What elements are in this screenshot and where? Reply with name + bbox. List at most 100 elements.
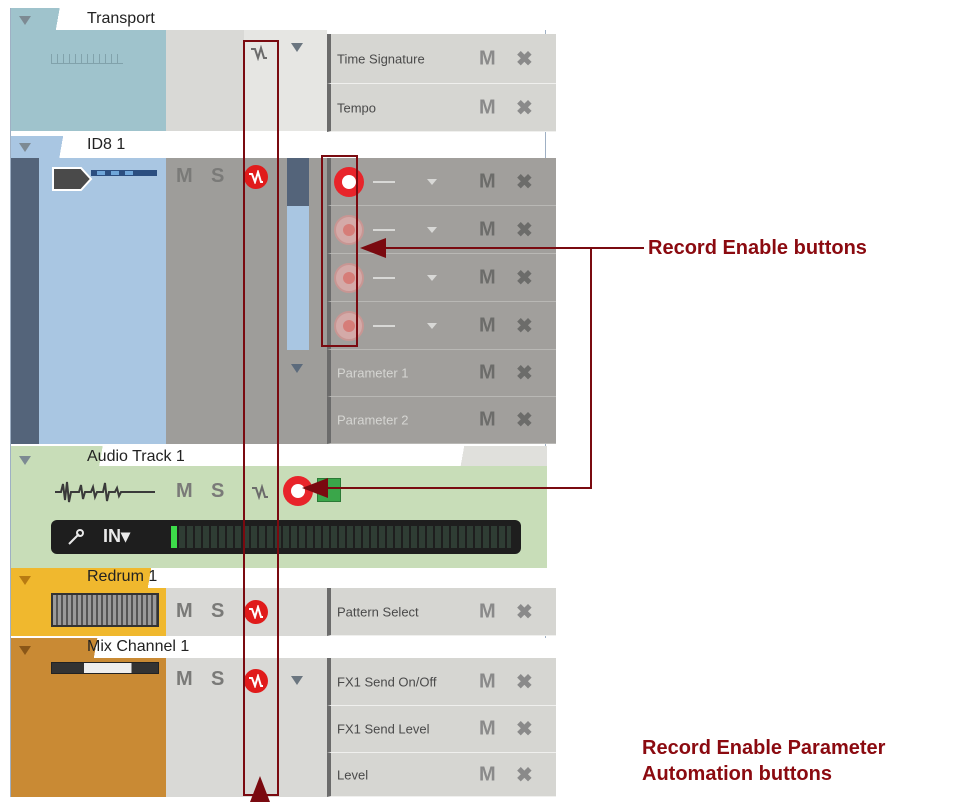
callout-arrow-icon xyxy=(360,238,386,258)
audio-mute-button[interactable]: M xyxy=(176,480,193,503)
delete-lane-button[interactable]: ✖ xyxy=(516,361,533,386)
automation-callout-line1: Record Enable Parameter xyxy=(642,737,886,759)
mute-button[interactable]: M xyxy=(479,718,496,741)
delete-lane-button[interactable]: ✖ xyxy=(516,217,533,242)
lane-level[interactable]: Level M ✖ xyxy=(327,753,556,797)
lane-label: Parameter 2 xyxy=(337,412,409,428)
transport-lanes-collapse-triangle-icon[interactable] xyxy=(291,43,303,52)
delete-lane-button[interactable]: ✖ xyxy=(516,313,533,338)
id8-mute-button[interactable]: M xyxy=(176,165,193,188)
automation-callout: Record Enable Parameter Automation butto… xyxy=(642,735,885,787)
lane-parameter-2[interactable]: Parameter 2 M ✖ xyxy=(327,397,556,444)
callout-leader-line xyxy=(590,247,592,489)
delete-lane-button[interactable]: ✖ xyxy=(516,265,533,290)
input-jack-icon[interactable] xyxy=(67,528,85,546)
transport-device-panel[interactable] xyxy=(11,30,166,131)
mix-lanes-collapse-triangle-icon[interactable] xyxy=(291,676,303,685)
lane-label: Parameter 1 xyxy=(337,365,409,381)
note-lane-3[interactable]: M ✖ xyxy=(327,254,556,302)
dropdown-arrow-icon[interactable] xyxy=(427,323,437,329)
callout-leader-line xyxy=(380,247,644,249)
lane-label: FX1 Send On/Off xyxy=(337,674,437,689)
lane-pattern-select[interactable]: Pattern Select M ✖ xyxy=(327,588,556,636)
id8-track-name[interactable]: ID8 1 xyxy=(87,136,125,154)
lane-label: Tempo xyxy=(337,100,377,115)
callout-arrow-icon xyxy=(250,776,270,802)
lane-fx1-send-level[interactable]: FX1 Send Level M ✖ xyxy=(327,706,556,753)
mix-device-icon xyxy=(51,662,159,674)
audio-track-name[interactable]: Audio Track 1 xyxy=(87,448,185,466)
id8-solo-button[interactable]: S xyxy=(211,165,224,188)
record-enable-callout: Record Enable buttons xyxy=(648,237,867,259)
delete-lane-button[interactable]: ✖ xyxy=(516,95,533,120)
id8-device-panel[interactable] xyxy=(39,158,166,444)
automation-callout-line2: Automation buttons xyxy=(642,763,832,785)
mute-button[interactable]: M xyxy=(479,170,496,193)
delete-lane-button[interactable]: ✖ xyxy=(516,669,533,694)
mute-button[interactable]: M xyxy=(479,266,496,289)
callout-leader-line xyxy=(322,487,592,489)
redrum-collapse-triangle-icon[interactable] xyxy=(19,576,31,585)
mute-button[interactable]: M xyxy=(479,218,496,241)
id8-device-icon xyxy=(51,166,161,192)
dash-icon xyxy=(373,229,395,231)
mix-device-panel[interactable] xyxy=(11,658,166,797)
audio-level-meter xyxy=(171,526,511,548)
dash-icon xyxy=(373,277,395,279)
lane-label: Level xyxy=(337,767,369,782)
audio-input-select[interactable]: IN▾ xyxy=(103,526,130,547)
lane-label: Time Signature xyxy=(337,51,425,66)
dropdown-arrow-icon[interactable] xyxy=(427,179,437,185)
delete-lane-button[interactable]: ✖ xyxy=(516,46,533,71)
mix-collapse-triangle-icon[interactable] xyxy=(19,646,31,655)
mute-button[interactable]: M xyxy=(479,96,496,119)
mute-button[interactable]: M xyxy=(479,362,496,385)
mute-button[interactable]: M xyxy=(479,47,496,70)
mix-solo-button[interactable]: S xyxy=(211,668,224,691)
automation-buttons-highlight xyxy=(243,40,279,796)
dash-icon xyxy=(373,181,395,183)
lane-time-signature[interactable]: Time Signature M ✖ xyxy=(327,34,556,84)
callout-arrow-icon xyxy=(302,478,328,498)
mute-button[interactable]: M xyxy=(479,314,496,337)
id8-note-lane-selector[interactable] xyxy=(287,206,309,350)
mute-button[interactable]: M xyxy=(479,409,496,432)
delete-lane-button[interactable]: ✖ xyxy=(516,408,533,433)
audio-solo-button[interactable]: S xyxy=(211,480,224,503)
transport-ruler-icon xyxy=(51,54,123,64)
id8-parameter-lanes-collapse-triangle-icon[interactable] xyxy=(291,364,303,373)
audio-collapse-triangle-icon[interactable] xyxy=(19,456,31,465)
redrum-track-name[interactable]: Redrum 1 xyxy=(87,568,157,586)
mute-button[interactable]: M xyxy=(479,600,496,623)
note-lane-1[interactable]: M ✖ xyxy=(327,158,556,206)
id8-left-bar xyxy=(11,158,39,444)
mix-track-name[interactable]: Mix Channel 1 xyxy=(87,638,189,656)
mute-button[interactable]: M xyxy=(479,763,496,786)
audio-level-meter-fill xyxy=(171,526,177,548)
dropdown-arrow-icon[interactable] xyxy=(427,275,437,281)
lane-label: FX1 Send Level xyxy=(337,721,430,737)
transport-collapse-triangle-icon[interactable] xyxy=(19,16,31,25)
redrum-mute-button[interactable]: M xyxy=(176,600,193,623)
note-lane-4[interactable]: M ✖ xyxy=(327,302,556,350)
id8-collapse-triangle-icon[interactable] xyxy=(19,143,31,152)
dash-icon xyxy=(373,325,395,327)
lane-label: Pattern Select xyxy=(337,604,419,619)
delete-lane-button[interactable]: ✖ xyxy=(516,169,533,194)
redrum-solo-button[interactable]: S xyxy=(211,600,224,623)
transport-ms-column xyxy=(166,30,244,131)
lane-tempo[interactable]: Tempo M ✖ xyxy=(327,84,556,132)
id8-ms-column xyxy=(166,158,244,444)
redrum-device-icon xyxy=(51,593,159,627)
lane-fx1-send-onoff[interactable]: FX1 Send On/Off M ✖ xyxy=(327,658,556,706)
lane-parameter-1[interactable]: Parameter 1 M ✖ xyxy=(327,350,556,397)
id8-note-lane-selector[interactable] xyxy=(287,158,309,206)
mute-button[interactable]: M xyxy=(479,670,496,693)
audio-waveform-icon xyxy=(55,481,155,503)
transport-track-name[interactable]: Transport xyxy=(87,10,155,28)
delete-lane-button[interactable]: ✖ xyxy=(516,599,533,624)
mix-mute-button[interactable]: M xyxy=(176,668,193,691)
delete-lane-button[interactable]: ✖ xyxy=(516,717,533,742)
dropdown-arrow-icon[interactable] xyxy=(427,227,437,233)
delete-lane-button[interactable]: ✖ xyxy=(516,762,533,787)
